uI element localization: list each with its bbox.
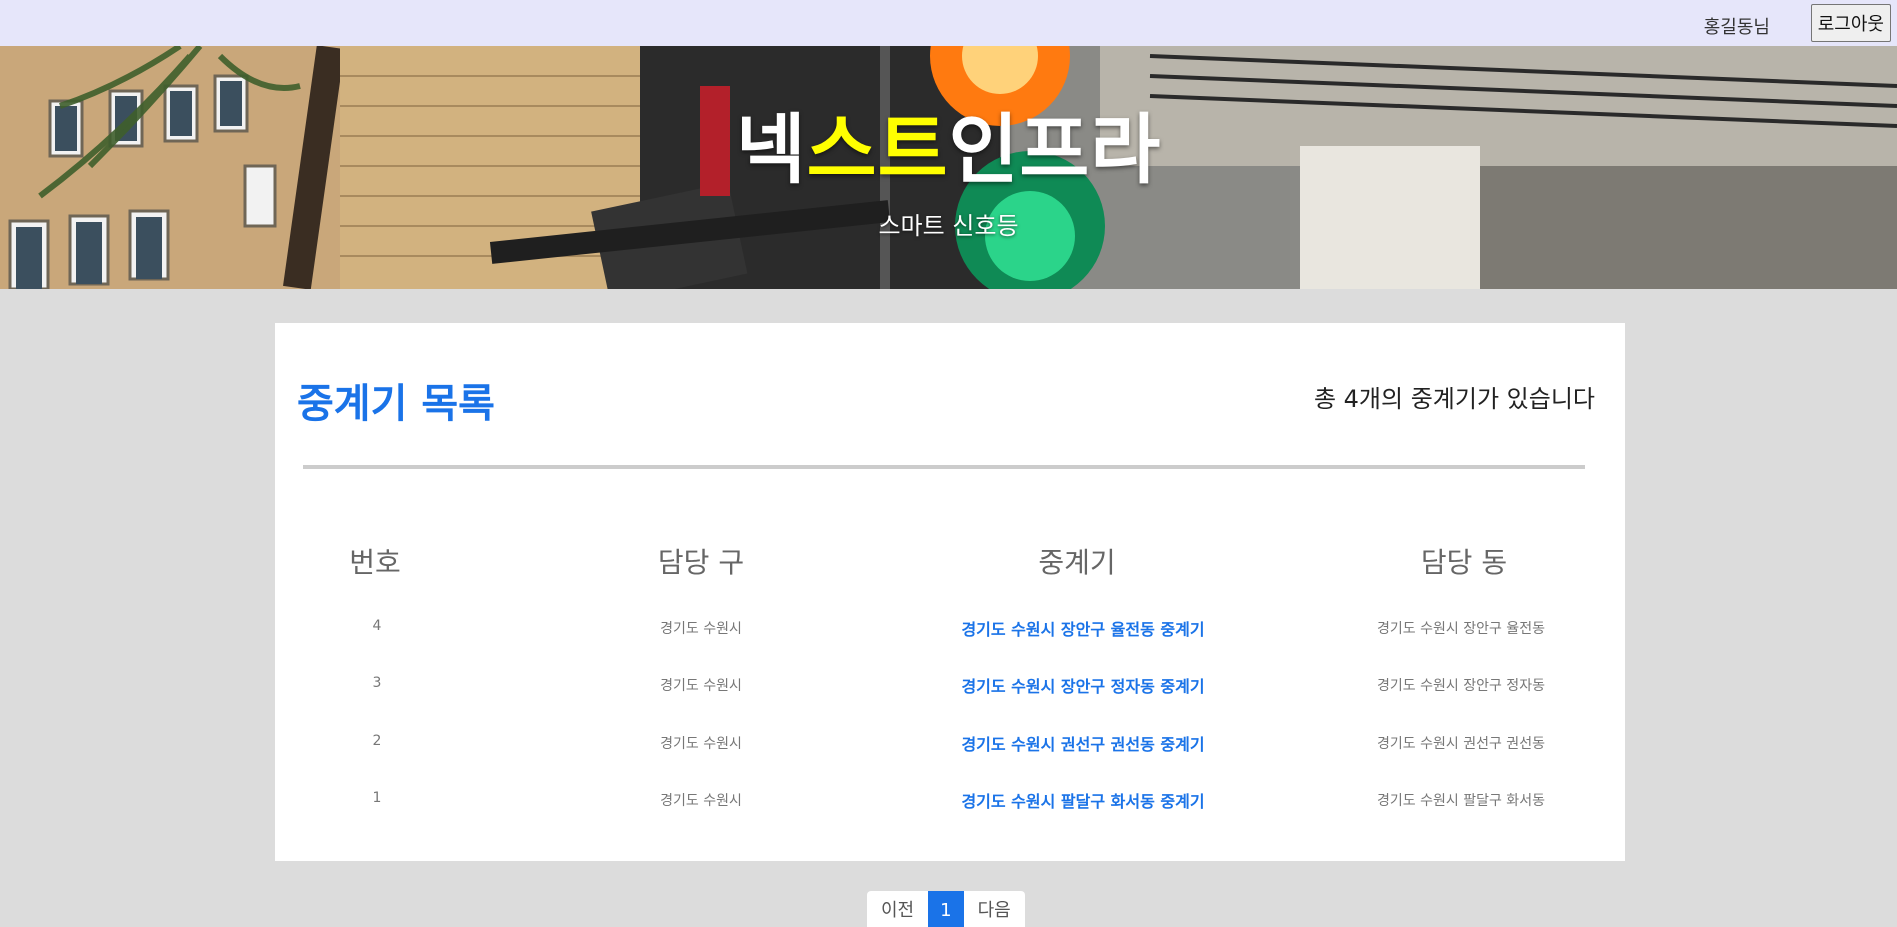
user-name: 홍길동님	[1703, 17, 1770, 38]
column-header-relay: 중계기	[1038, 546, 1116, 579]
column-header-dong: 담당 동	[1420, 546, 1508, 579]
cell-district: 경기도 수원시	[660, 678, 742, 694]
column-header-number: 번호	[349, 546, 401, 579]
site-title: 넥스트인프라	[0, 88, 1897, 198]
cell-district: 경기도 수원시	[660, 736, 742, 752]
site-subtitle: 스마트 신호등	[878, 212, 1019, 240]
cell-number: 2	[372, 733, 382, 749]
relay-link[interactable]: 경기도 수원시 권선구 권선동 중계기	[961, 731, 1204, 755]
page-number-button[interactable]: 1	[928, 891, 964, 927]
cell-dong: 경기도 수원시 장안구 율전동	[1377, 621, 1545, 637]
relay-link[interactable]: 경기도 수원시 장안구 정자동 중계기	[961, 673, 1204, 697]
hero-banner: 넥스트인프라 스마트 신호등	[0, 46, 1897, 289]
cell-dong: 경기도 수원시 장안구 정자동	[1377, 678, 1545, 694]
cell-number: 3	[372, 675, 382, 691]
total-count-text: 총 4개의 중계기가 있습니다	[1313, 385, 1595, 413]
relay-link[interactable]: 경기도 수원시 팔달구 화서동 중계기	[961, 788, 1204, 812]
page-title: 중계기 목록	[297, 381, 495, 427]
site-title-highlight: 스트	[806, 105, 949, 194]
cell-dong: 경기도 수원시 팔달구 화서동	[1377, 793, 1545, 809]
site-title-part2: 인프라	[948, 105, 1162, 194]
next-page-button[interactable]: 다음	[964, 891, 1025, 927]
divider	[303, 465, 1585, 469]
pagination: 이전 1 다음	[867, 891, 1025, 927]
cell-district: 경기도 수원시	[660, 793, 742, 809]
cell-dong: 경기도 수원시 권선구 권선동	[1377, 736, 1545, 752]
site-title-part1: 넥	[735, 105, 807, 194]
cell-district: 경기도 수원시	[660, 621, 742, 637]
relay-link[interactable]: 경기도 수원시 장안구 율전동 중계기	[961, 616, 1204, 640]
top-bar: 홍길동님 로그아웃	[0, 0, 1897, 46]
cell-number: 4	[372, 618, 382, 634]
prev-page-button[interactable]: 이전	[867, 891, 928, 927]
relay-list-card: 중계기 목록 총 4개의 중계기가 있습니다 번호 담당 구 중계기 담당 동 …	[275, 323, 1625, 861]
logout-button[interactable]: 로그아웃	[1810, 4, 1891, 42]
column-header-district: 담당 구	[657, 546, 745, 579]
cell-number: 1	[372, 790, 382, 806]
